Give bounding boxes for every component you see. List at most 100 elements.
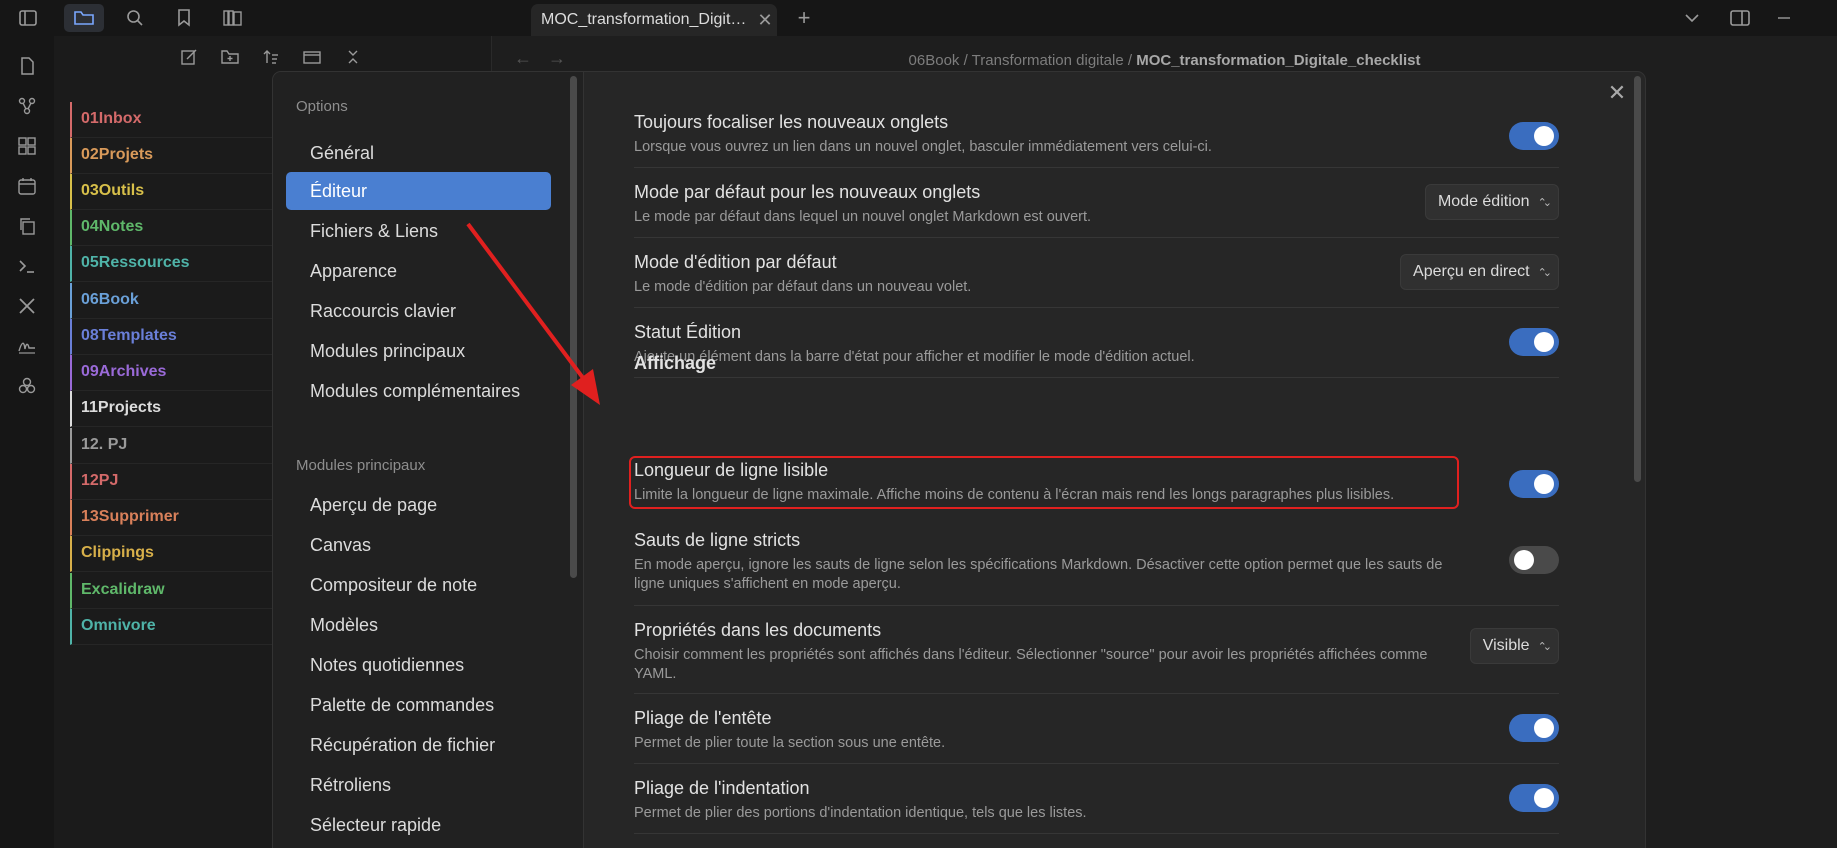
setting-name: Mode par défaut pour les nouveaux onglet… [634,182,981,202]
chevron-updown-icon: ⌃⌄ [1537,640,1553,653]
sidebar-item-option[interactable]: Apparence [286,252,551,290]
ribbon [0,36,54,848]
sort-icon[interactable] [257,44,285,70]
new-folder-icon[interactable] [216,44,244,70]
tab-title: MOC_transformation_Digit… [541,11,747,28]
dropdown-value: Aperçu en direct [1413,263,1530,280]
dropdown-value: Visible [1482,637,1530,654]
setting-row: Sauts de ligne stricts En mode aperçu, ig… [634,516,1559,606]
right-sidebar-toggle-icon[interactable] [1720,4,1760,32]
folder-icon[interactable] [64,4,104,32]
chevron-down-icon[interactable] [1672,4,1712,32]
breadcrumb-item[interactable]: 06Book [909,52,960,69]
toggle-knob [1534,474,1554,494]
sidebar-item-option[interactable]: Fichiers & Liens [286,212,551,250]
setting-description: Choisir comment les propriétés sont affi… [634,647,1428,682]
toggle-knob [1534,788,1554,808]
setting-dropdown[interactable]: Mode édition ⌃⌄ [1424,184,1559,220]
sidebar-item-option[interactable]: Éditeur [286,172,551,210]
sidebar-item-core-plugin[interactable]: Aperçu de page [286,486,551,524]
setting-description: Le mode par défaut dans lequel un nouvel… [634,209,1092,225]
sidebar-item-core-plugin[interactable]: Canvas [286,526,551,564]
setting-name: Propriétés dans les documents [634,620,882,640]
setting-description: Permet de plier des portions d'indentati… [634,805,1087,821]
setting-toggle[interactable] [1509,784,1559,812]
sidebar-item-core-plugin[interactable]: Palette de commandes [286,686,551,724]
setting-dropdown[interactable]: Aperçu en direct ⌃⌄ [1400,254,1559,290]
setting-name: Sauts de ligne stricts [634,530,801,550]
sidebar-item-option[interactable]: Général [286,134,551,172]
title-bar: MOC_transformation_Digit… ✕ + [0,0,1837,36]
setting-description: Ajoute un élément dans la barre d'état p… [634,349,1195,365]
highlight-box [629,456,1459,509]
settings-sidebar: Options Général Éditeur Fichiers & Liens Ap… [273,72,584,848]
grid-icon[interactable] [13,132,41,160]
setting-description: En mode aperçu, ignore les sauts de lign… [634,557,1443,592]
setting-toggle[interactable] [1509,122,1559,150]
collapse-icon[interactable] [339,44,367,70]
toggle-knob [1534,718,1554,738]
new-note-icon[interactable] [13,52,41,80]
section-affichage-title: Affichage [634,353,717,373]
sidebar-item-core-plugin[interactable]: Sélecteur rapide [286,806,551,844]
setting-name: Pliage de l'entête [634,708,772,728]
graph-icon[interactable] [13,92,41,120]
breadcrumb-separator: / [963,52,968,69]
toggle-knob [1534,126,1554,146]
new-note-icon[interactable] [175,44,203,70]
setting-row: Mode d'édition par défaut Le mode d'éditi… [634,238,1559,308]
tab-close-icon[interactable]: ✕ [753,10,777,31]
sidebar-item-option[interactable]: Raccourcis clavier [286,292,551,330]
sidebar-item-core-plugin[interactable]: Récupération de fichier [286,726,551,764]
sidebar-item-option[interactable]: Modules complémentaires [286,372,551,410]
new-tab-button[interactable]: + [790,4,818,32]
sidebar-item-core-plugin[interactable]: Notes quotidiennes [286,646,551,684]
sidebar-item-core-plugin[interactable]: Compositeur de note [286,566,551,604]
setting-row: Statut Édition Ajoute un élément dans la … [634,308,1559,378]
setting-toggle[interactable] [1509,328,1559,356]
book-icon[interactable] [213,4,253,32]
breadcrumb-current: MOC_transformation_Digitale_checklist [1136,52,1421,69]
tools-icon[interactable] [13,292,41,320]
signature-icon[interactable] [13,332,41,360]
tab-active-note[interactable]: MOC_transformation_Digit… ✕ [531,4,777,36]
setting-description: Lorsque vous ouvrez un lien dans un nouv… [634,139,1212,155]
setting-name: Toujours focaliser les nouveaux onglets [634,112,949,132]
sidebar-item-option[interactable]: Modules principaux [286,332,551,370]
search-icon[interactable] [115,4,155,32]
bookmark-icon[interactable] [164,4,204,32]
setting-description: Le mode d'édition par défaut dans un nou… [634,279,972,295]
setting-description: Permet de plier toute la section sous un… [634,735,946,751]
calendar-icon[interactable] [13,172,41,200]
close-icon[interactable]: ✕ [1604,80,1630,106]
breadcrumb-separator: / [1127,52,1133,69]
sidebar-heading-core-plugins: Modules principaux [296,457,426,474]
setting-row: Mode par défaut pour les nouveaux onglet… [634,168,1559,238]
setting-row: Pliage de l'indentation Permet de plier d… [634,764,1559,834]
toggle-knob [1534,332,1554,352]
setting-dropdown[interactable]: Visible ⌃⌄ [1469,628,1559,664]
collapse-all-icon[interactable] [298,44,326,70]
chevron-updown-icon: ⌃⌄ [1537,196,1553,209]
chevron-updown-icon: ⌃⌄ [1537,266,1553,279]
copy-icon[interactable] [13,212,41,240]
setting-toggle[interactable] [1509,714,1559,742]
sidebar-item-core-plugin[interactable]: Modèles [286,606,551,644]
minimize-icon[interactable] [1764,4,1804,32]
setting-name: Statut Édition [634,322,742,342]
setting-toggle[interactable] [1509,470,1559,498]
sidebar-scrollbar[interactable] [570,76,577,578]
setting-row: Pliage de l'entête Permet de plier toute … [634,694,1559,764]
plugin-icon[interactable] [13,372,41,400]
sidebar-toggle-icon[interactable] [8,4,48,32]
breadcrumb: 06Book / Transformation digitale / MOC_t… [492,52,1837,69]
breadcrumb-item[interactable]: Transformation digitale [972,52,1124,69]
setting-toggle[interactable] [1509,546,1559,574]
setting-name: Mode d'édition par défaut [634,252,837,272]
terminal-icon[interactable] [13,252,41,280]
setting-name: Pliage de l'indentation [634,778,810,798]
setting-row: Propriétés dans les documents Choisir com… [634,606,1559,694]
sidebar-item-core-plugin[interactable]: Rétroliens [286,766,551,804]
dropdown-value: Mode édition [1437,193,1530,210]
content-scrollbar[interactable] [1634,76,1641,482]
